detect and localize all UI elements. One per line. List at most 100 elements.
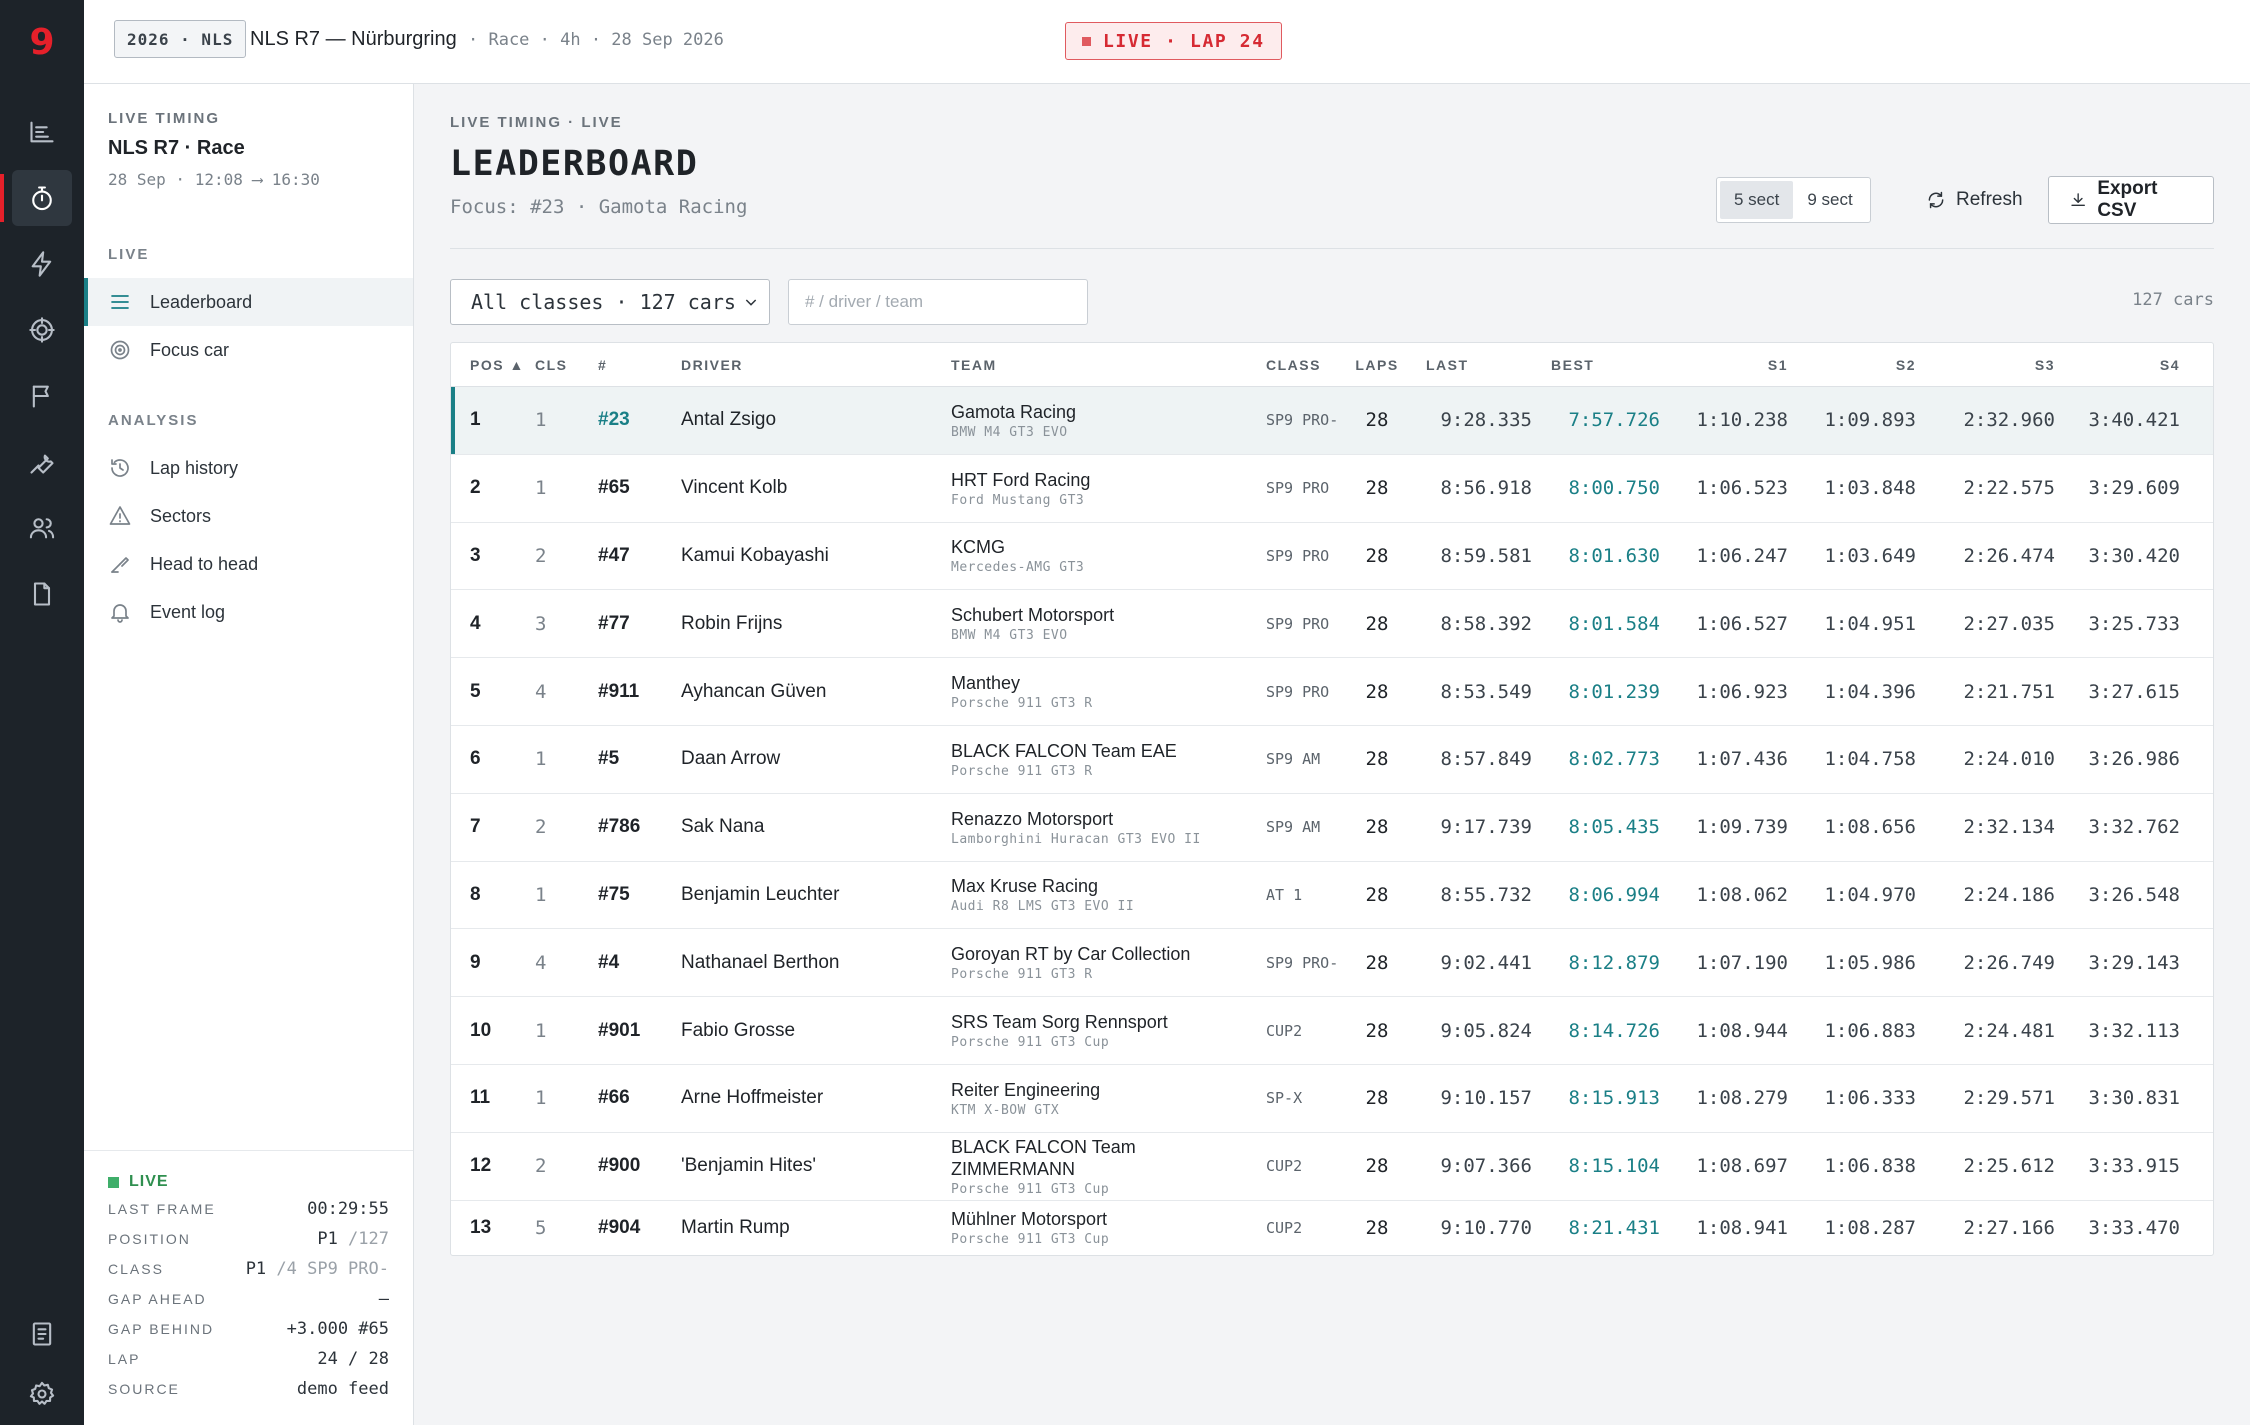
sidebar-item-leaderboard[interactable]: Leaderboard [84,278,413,326]
row-driver[interactable]: Vincent Kolb [681,477,951,499]
sidebar-item-label: Sectors [150,505,212,526]
col-s1[interactable]: S1 [1660,357,1788,373]
rail-documents-button[interactable] [12,566,72,622]
table-row[interactable]: 5 4 #911 Ayhancan Güven Manthey Porsche 911 G… [451,658,2213,726]
row-driver[interactable]: Ayhancan Güven [681,681,951,703]
row-car-number[interactable]: #23 [598,409,681,431]
table-row[interactable]: 2 1 #65 Vincent Kolb HRT Ford Racing Ford Mus… [451,455,2213,523]
row-s4: 3:25.733 [2088,612,2180,635]
col-pos[interactable]: POS ▲ [451,357,535,373]
seg-5-sectors[interactable]: 5 sect [1720,181,1794,219]
col-number[interactable]: # [598,357,681,373]
export-csv-button[interactable]: Export CSV [2048,176,2214,224]
table-row[interactable]: 6 1 #5 Daan Arrow BLACK FALCON Team EAE Porsc… [451,726,2213,794]
sidebar-item-event-log[interactable]: Event log [84,588,413,636]
status-row: SOURCE demo feed [108,1379,389,1409]
table-row[interactable]: 13 5 #904 Martin Rump Mühlner Motorsport Pors… [451,1201,2213,1255]
table-row[interactable]: 12 2 #900 'Benjamin Hites' BLACK FALCON Team… [451,1133,2213,1201]
table-row[interactable]: 11 1 #66 Arne Hoffmeister Reiter Engineering… [451,1065,2213,1133]
row-car-number[interactable]: #4 [598,952,681,974]
table-row[interactable]: 8 1 #75 Benjamin Leuchter Max Kruse Racing Au… [451,862,2213,930]
row-driver[interactable]: Arne Hoffmeister [681,1087,951,1109]
rail-live-timing-button[interactable] [12,170,72,226]
col-last[interactable]: LAST [1408,357,1532,373]
row-car-number[interactable]: #77 [598,613,681,635]
row-driver[interactable]: 'Benjamin Hites' [681,1155,951,1177]
row-car-number[interactable]: #5 [598,748,681,770]
sidebar-item-head-to-head[interactable]: Head to head [84,540,413,588]
rail-settings-button[interactable] [12,1366,72,1422]
row-driver[interactable]: Martin Rump [681,1217,951,1239]
team-name: HRT Ford Racing [951,469,1091,490]
row-driver[interactable]: Kamui Kobayashi [681,545,951,567]
status-key: SOURCE [108,1381,180,1397]
col-best[interactable]: BEST [1532,357,1660,373]
status-row: GAP BEHIND +3.000 #65 [108,1319,389,1349]
row-laps: 28 [1365,1155,1389,1178]
row-driver[interactable]: Nathanael Berthon [681,952,951,974]
rail-timeline-button[interactable] [12,104,72,160]
table-row[interactable]: 10 1 #901 Fabio Grosse SRS Team Sorg Rennspo… [451,997,2213,1065]
row-driver[interactable]: Robin Frijns [681,613,951,635]
rail-pace-button[interactable] [12,236,72,292]
live-status-indicator: LIVE [108,1173,389,1191]
icon-rail: 9 [0,0,84,1425]
sidebar-item-lap-history[interactable]: Lap history [84,444,413,492]
row-driver[interactable]: Fabio Grosse [681,1020,951,1042]
col-class[interactable]: CLASS [1266,357,1346,373]
class-filter-select[interactable]: All classes · 127 cars [450,279,770,325]
row-car-number[interactable]: #911 [598,681,681,703]
team-name: Schubert Motorsport [951,605,1115,626]
row-driver[interactable]: Sak Nana [681,816,951,838]
row-s4: 3:33.470 [2088,1216,2180,1239]
table-row[interactable]: 7 2 #786 Sak Nana Renazzo Motorsport Lamborgh… [451,794,2213,862]
seg-9-sectors[interactable]: 9 sect [1793,181,1866,219]
col-s2[interactable]: S2 [1788,357,1916,373]
row-driver[interactable]: Daan Arrow [681,748,951,770]
rail-race-control-button[interactable] [12,368,72,424]
row-last-lap: 9:02.441 [1440,951,1532,974]
row-car-number[interactable]: #904 [598,1217,681,1239]
team-car-model: Mercedes-AMG GT3 [951,560,1085,576]
col-team[interactable]: TEAM [951,357,1266,373]
rail-report-button[interactable] [12,1306,72,1362]
team-car-model: Audi R8 LMS GT3 EVO II [951,899,1135,915]
row-s1: 1:07.190 [1696,951,1788,974]
table-row[interactable]: 3 2 #47 Kamui Kobayashi KCMG Mercedes-AMG GT3… [451,523,2213,591]
row-car-number[interactable]: #66 [598,1087,681,1109]
row-car-number[interactable]: #901 [598,1020,681,1042]
row-car-number[interactable]: #47 [598,545,681,567]
app-logo[interactable]: 9 [0,0,84,84]
season-pill[interactable]: 2026 · NLS [114,20,247,58]
flag-icon [32,385,49,408]
row-car-number[interactable]: #65 [598,477,681,499]
col-s4[interactable]: S4 [2055,357,2194,373]
table-row[interactable]: 9 4 #4 Nathanael Berthon Goroyan RT by Car C… [451,929,2213,998]
col-laps[interactable]: LAPS [1346,357,1408,373]
table-row[interactable]: 1 1 #23 Antal Zsigo Gamota Racing BMW M4 GT3 … [451,387,2213,455]
team-name: KCMG [951,537,1005,558]
team-name: BLACK FALCON Team ZIMMERMANN [951,1136,1136,1179]
row-s2: 1:04.758 [1824,748,1916,771]
table-row[interactable]: 4 3 #77 Robin Frijns Schubert Motorsport BMW … [451,590,2213,659]
row-s4: 3:26.986 [2088,748,2180,771]
col-cls[interactable]: CLS [535,357,598,373]
row-car-number[interactable]: #75 [598,884,681,906]
refresh-button[interactable]: Refresh [1916,177,2033,223]
rail-focus-button[interactable] [12,302,72,358]
row-s1: 1:07.436 [1696,748,1788,771]
row-car-number[interactable]: #786 [598,816,681,838]
search-input[interactable] [788,279,1088,325]
rail-setup-button[interactable] [12,434,72,490]
sidebar-item-focus-car[interactable]: Focus car [84,326,413,374]
row-class-pos: 1 [535,409,547,432]
sidebar-item-sectors[interactable]: Sectors [84,492,413,540]
row-best-lap: 8:21.431 [1568,1216,1660,1239]
col-s3[interactable]: S3 [1916,357,2055,373]
row-car-number[interactable]: #900 [598,1155,681,1177]
team-car-model: Porsche 911 GT3 R [951,696,1093,712]
row-driver[interactable]: Benjamin Leuchter [681,884,951,906]
rail-drivers-button[interactable] [12,500,72,556]
row-driver[interactable]: Antal Zsigo [681,409,951,431]
col-driver[interactable]: DRIVER [681,357,951,373]
